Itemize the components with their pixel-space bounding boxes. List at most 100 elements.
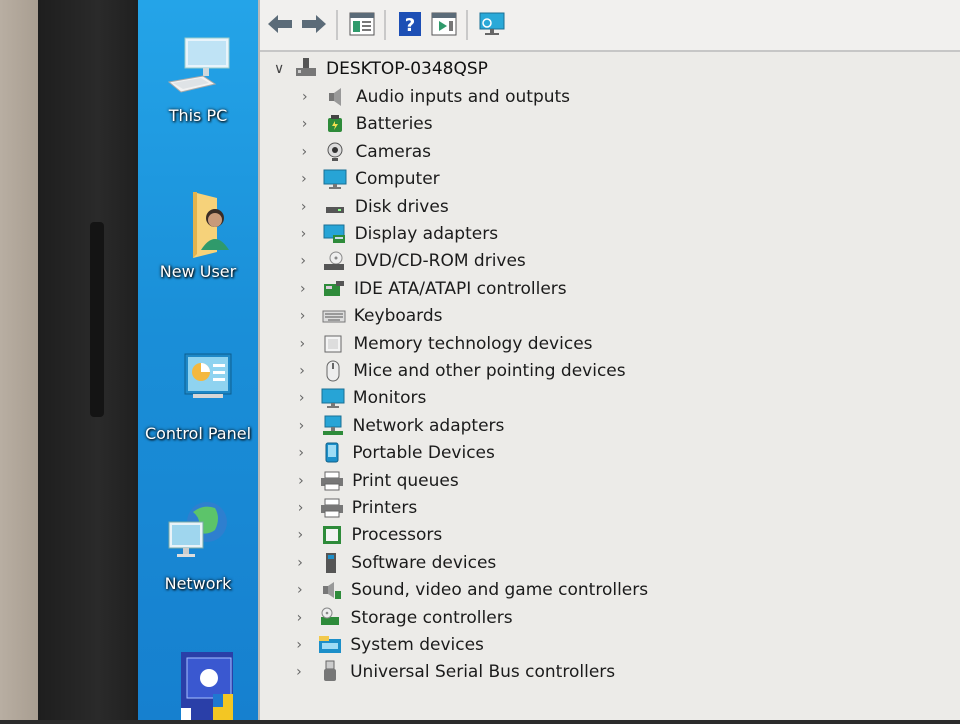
- disk-drive-icon: [323, 196, 347, 218]
- network-icon: [163, 500, 233, 570]
- computer-root-icon: [294, 56, 318, 82]
- desktop-icon-new-user[interactable]: New User: [138, 188, 258, 281]
- tree-category-label: Memory technology devices: [353, 333, 593, 354]
- desktop-icon-label: New User: [159, 262, 237, 281]
- desktop-icon-app-shortcut[interactable]: [138, 650, 258, 724]
- tree-category-label: Cameras: [355, 141, 432, 162]
- chevron-right-icon[interactable]: ›: [301, 199, 323, 215]
- tree-category-mice-and-other-pointing-devices[interactable]: › Mice and other pointing devices: [299, 358, 626, 384]
- desktop-icon-this-pc[interactable]: This PC: [138, 32, 258, 125]
- tree-root[interactable]: ∨ DESKTOP-0348QSP: [274, 56, 488, 82]
- chevron-right-icon[interactable]: ›: [296, 664, 318, 680]
- processor-icon: [320, 524, 344, 546]
- tree-category-processors[interactable]: › Processors: [298, 522, 443, 548]
- software-device-icon: [319, 552, 343, 574]
- tree-category-storage-controllers[interactable]: › Storage controllers: [297, 605, 513, 631]
- chevron-right-icon[interactable]: ›: [299, 363, 321, 379]
- tree-category-label: Portable Devices: [352, 443, 495, 464]
- chevron-right-icon[interactable]: ›: [299, 390, 321, 406]
- chevron-right-icon[interactable]: ›: [299, 336, 321, 352]
- chevron-right-icon[interactable]: ›: [297, 610, 319, 626]
- keyboard-icon: [322, 305, 346, 327]
- chevron-right-icon[interactable]: ›: [296, 637, 318, 653]
- desktop-icon-label: This PC: [168, 106, 228, 125]
- storage-controller-icon: [319, 607, 343, 629]
- chevron-right-icon[interactable]: ›: [302, 89, 324, 105]
- tree-category-label: Print queues: [352, 470, 459, 491]
- tree-category-portable-devices[interactable]: › Portable Devices: [298, 440, 495, 466]
- tree-category-audio-inputs-and-outputs[interactable]: › Audio inputs and outputs: [302, 84, 570, 110]
- chevron-right-icon[interactable]: ›: [298, 527, 320, 543]
- toolbar-separator: [336, 10, 338, 40]
- monitor-icon: [321, 387, 345, 409]
- bezel-slot: [90, 222, 104, 417]
- tree-category-software-devices[interactable]: › Software devices: [297, 550, 496, 576]
- properties-icon[interactable]: [346, 8, 378, 40]
- network-adapter-icon: [321, 415, 345, 437]
- tree-category-label: Monitors: [352, 388, 427, 409]
- forward-arrow-icon[interactable]: [298, 8, 330, 40]
- chevron-right-icon[interactable]: ›: [300, 253, 322, 269]
- chevron-right-icon[interactable]: ›: [297, 555, 319, 571]
- tree-category-print-queues[interactable]: › Print queues: [298, 468, 459, 494]
- desktop-icon-label: Network: [164, 574, 232, 593]
- tree-category-label: IDE ATA/ATAPI controllers: [354, 278, 567, 299]
- portable-device-icon: [320, 442, 344, 464]
- tree-category-monitors[interactable]: › Monitors: [299, 385, 426, 411]
- tree-category-system-devices[interactable]: › System devices: [296, 632, 484, 658]
- tree-category-label: Processors: [351, 525, 443, 546]
- desktop-icon-control-panel[interactable]: Control Panel: [138, 350, 258, 443]
- chevron-right-icon[interactable]: ›: [300, 308, 322, 324]
- tree-category-sound-video-and-game-controllers[interactable]: › Sound, video and game controllers: [297, 577, 648, 603]
- chevron-right-icon[interactable]: ›: [302, 116, 324, 132]
- help-icon[interactable]: ?: [394, 8, 426, 40]
- chevron-right-icon[interactable]: ›: [297, 582, 319, 598]
- chevron-right-icon[interactable]: ›: [298, 473, 320, 489]
- action-pane-icon[interactable]: [428, 8, 460, 40]
- tree-category-batteries[interactable]: › Batteries: [302, 111, 433, 137]
- battery-icon: [324, 113, 348, 135]
- back-arrow-icon[interactable]: [264, 8, 296, 40]
- dvd-drive-icon: [322, 250, 346, 272]
- printer-icon: [320, 497, 344, 519]
- tree-category-memory-technology-devices[interactable]: › Memory technology devices: [299, 331, 592, 357]
- tree-category-disk-drives[interactable]: › Disk drives: [301, 194, 449, 220]
- tree-category-printers[interactable]: › Printers: [298, 495, 417, 521]
- tree-category-label: Network adapters: [352, 415, 505, 436]
- printer-icon: [320, 470, 344, 492]
- chevron-down-icon[interactable]: ∨: [274, 61, 294, 77]
- computer-icon: [163, 32, 233, 102]
- monitor-scan-icon[interactable]: [476, 8, 508, 40]
- tree-category-label: Printers: [351, 498, 418, 518]
- chevron-right-icon[interactable]: ›: [300, 281, 322, 297]
- tree-category-display-adapters[interactable]: › Display adapters: [301, 221, 498, 247]
- chevron-right-icon[interactable]: ›: [301, 144, 323, 160]
- sound-controller-icon: [319, 579, 343, 601]
- computer-name: DESKTOP-0348QSP: [326, 59, 488, 79]
- chevron-right-icon[interactable]: ›: [301, 171, 323, 187]
- desktop: This PC New User Control Panel Network: [138, 0, 258, 720]
- tree-category-universal-serial-bus-controllers[interactable]: › Universal Serial Bus controllers: [296, 659, 615, 685]
- system-devices-icon: [318, 634, 342, 656]
- tree-category-keyboards[interactable]: › Keyboards: [300, 303, 443, 329]
- desktop-icon-label: Control Panel: [144, 424, 252, 443]
- chevron-right-icon[interactable]: ›: [298, 445, 320, 461]
- app-shortcut-icon: [163, 650, 253, 720]
- tree-category-label: Universal Serial Bus controllers: [350, 662, 616, 683]
- tree-category-network-adapters[interactable]: › Network adapters: [299, 413, 505, 439]
- chevron-right-icon[interactable]: ›: [299, 418, 321, 434]
- tree-category-cameras[interactable]: › Cameras: [301, 139, 431, 165]
- chevron-right-icon[interactable]: ›: [298, 500, 320, 516]
- tree-category-label: Storage controllers: [350, 607, 513, 628]
- tree-category-computer[interactable]: › Computer: [301, 166, 440, 192]
- camera-icon: [323, 141, 347, 163]
- chevron-right-icon[interactable]: ›: [301, 226, 323, 242]
- tree-category-dvd-cd-rom-drives[interactable]: › DVD/CD-ROM drives: [300, 248, 525, 274]
- tree-category-label: Batteries: [355, 114, 433, 135]
- toolbar-separator: [384, 10, 386, 40]
- speaker-icon: [324, 86, 348, 108]
- desktop-icon-network[interactable]: Network: [138, 500, 258, 593]
- tree-category-ide-ata-atapi-controllers[interactable]: › IDE ATA/ATAPI controllers: [300, 276, 567, 302]
- display-adapter-icon: [323, 223, 347, 245]
- device-manager-window: ? ∨ DESKTOP-0348QSP › Audio inputs and ou…: [258, 0, 960, 720]
